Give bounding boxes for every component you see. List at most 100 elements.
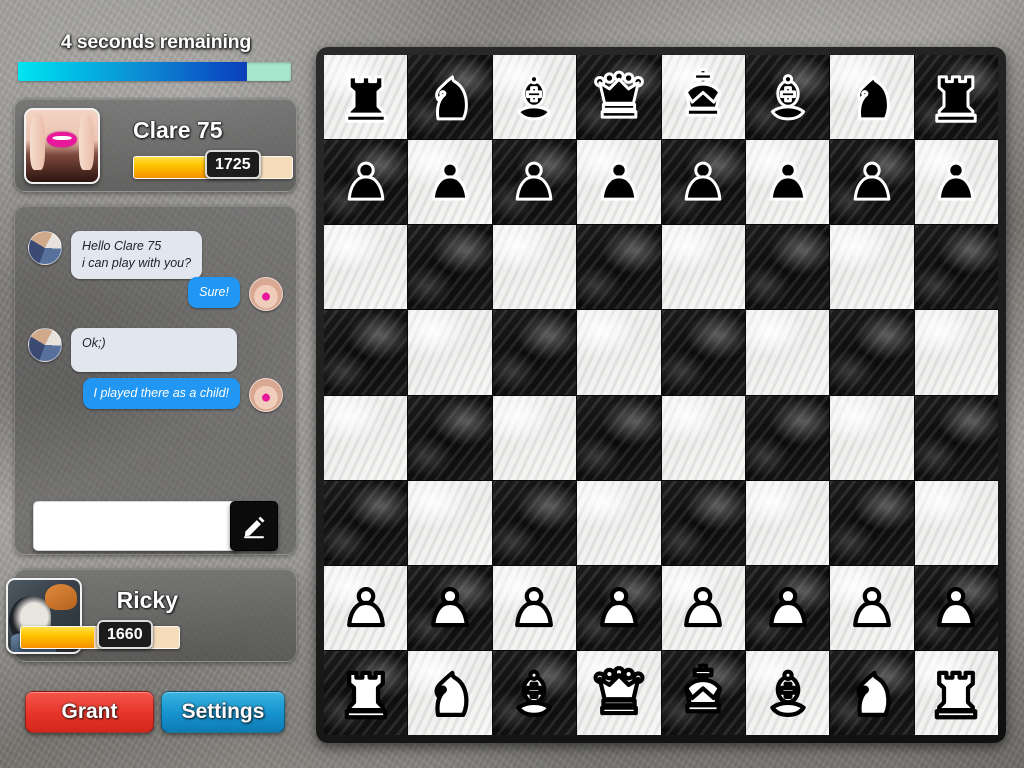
piece-bp[interactable]: [758, 152, 818, 213]
piece-wp[interactable]: [926, 578, 986, 639]
board-square[interactable]: [914, 140, 998, 225]
grant-button[interactable]: Grant: [25, 691, 154, 733]
piece-wp[interactable]: [589, 578, 649, 639]
piece-wn[interactable]: [420, 663, 480, 724]
chat-message[interactable]: Hello Clare 75 i can play with you?: [28, 231, 203, 279]
board-square[interactable]: [324, 55, 408, 140]
piece-wb[interactable]: [758, 663, 818, 724]
board-square[interactable]: [661, 310, 745, 395]
board-square[interactable]: [408, 310, 492, 395]
board-square[interactable]: [661, 140, 745, 225]
board-square[interactable]: [745, 565, 830, 650]
piece-wr[interactable]: [926, 663, 986, 724]
piece-bk[interactable]: [673, 67, 733, 128]
board-square[interactable]: [577, 565, 661, 650]
piece-wp[interactable]: [504, 578, 564, 639]
board-square[interactable]: [914, 310, 998, 395]
board-square[interactable]: [577, 140, 661, 225]
board-square[interactable]: [914, 395, 998, 480]
piece-bb[interactable]: [758, 67, 818, 128]
board-square[interactable]: [745, 140, 830, 225]
board-square[interactable]: [661, 225, 745, 310]
board-square[interactable]: [577, 650, 661, 735]
piece-wp[interactable]: [336, 578, 396, 639]
chat-message[interactable]: I played there as a child!: [82, 378, 283, 412]
board-square[interactable]: [408, 225, 492, 310]
board-square[interactable]: [324, 225, 408, 310]
board-square[interactable]: [492, 480, 577, 565]
board-square[interactable]: [914, 55, 998, 140]
piece-bq[interactable]: [589, 67, 649, 128]
board-square[interactable]: [577, 395, 661, 480]
board-square[interactable]: [745, 650, 830, 735]
piece-br[interactable]: [336, 67, 396, 128]
board-square[interactable]: [408, 140, 492, 225]
board-square[interactable]: [324, 565, 408, 650]
piece-bp[interactable]: [926, 152, 986, 213]
board-square[interactable]: [745, 395, 830, 480]
piece-bp[interactable]: [504, 152, 564, 213]
board-square[interactable]: [324, 395, 408, 480]
chess-board[interactable]: [324, 55, 998, 735]
piece-wr[interactable]: [336, 663, 396, 724]
board-square[interactable]: [745, 225, 830, 310]
board-square[interactable]: [492, 140, 577, 225]
board-square[interactable]: [830, 140, 914, 225]
board-square[interactable]: [408, 480, 492, 565]
board-square[interactable]: [492, 395, 577, 480]
board-square[interactable]: [324, 480, 408, 565]
piece-bn[interactable]: [420, 67, 480, 128]
piece-wn[interactable]: [842, 663, 902, 724]
board-square[interactable]: [324, 140, 408, 225]
board-square[interactable]: [661, 565, 745, 650]
piece-bp[interactable]: [673, 152, 733, 213]
board-square[interactable]: [914, 225, 998, 310]
piece-bp[interactable]: [420, 152, 480, 213]
piece-br[interactable]: [926, 67, 986, 128]
piece-bp[interactable]: [336, 152, 396, 213]
board-square[interactable]: [661, 650, 745, 735]
board-square[interactable]: [830, 565, 914, 650]
board-square[interactable]: [914, 650, 998, 735]
board-square[interactable]: [492, 55, 577, 140]
board-square[interactable]: [408, 565, 492, 650]
board-square[interactable]: [492, 310, 577, 395]
piece-wb[interactable]: [504, 663, 564, 724]
board-square[interactable]: [577, 55, 661, 140]
settings-button[interactable]: Settings: [161, 691, 285, 733]
board-square[interactable]: [830, 310, 914, 395]
piece-wp[interactable]: [673, 578, 733, 639]
board-square[interactable]: [830, 225, 914, 310]
piece-wk[interactable]: [673, 663, 733, 724]
board-square[interactable]: [745, 480, 830, 565]
board-square[interactable]: [661, 480, 745, 565]
send-button[interactable]: [230, 501, 278, 551]
board-square[interactable]: [830, 55, 914, 140]
board-square[interactable]: [324, 650, 408, 735]
piece-bb[interactable]: [504, 67, 564, 128]
chat-input[interactable]: [33, 501, 241, 551]
board-square[interactable]: [408, 395, 492, 480]
piece-wp[interactable]: [758, 578, 818, 639]
board-square[interactable]: [830, 395, 914, 480]
board-square[interactable]: [492, 650, 577, 735]
board-square[interactable]: [661, 395, 745, 480]
player-card-top[interactable]: Clare 75 1725: [14, 98, 297, 192]
board-square[interactable]: [661, 55, 745, 140]
chat-message[interactable]: Sure!: [188, 277, 283, 311]
piece-bp[interactable]: [842, 152, 902, 213]
board-square[interactable]: [492, 225, 577, 310]
board-square[interactable]: [324, 310, 408, 395]
board-square[interactable]: [745, 310, 830, 395]
piece-bp[interactable]: [589, 152, 649, 213]
chat-message[interactable]: Ok;): [28, 328, 237, 372]
board-square[interactable]: [830, 650, 914, 735]
board-square[interactable]: [577, 480, 661, 565]
board-square[interactable]: [914, 480, 998, 565]
board-square[interactable]: [577, 225, 661, 310]
board-square[interactable]: [492, 565, 577, 650]
player-card-bottom[interactable]: Ricky 1660: [6, 568, 297, 662]
board-square[interactable]: [408, 55, 492, 140]
board-square[interactable]: [745, 55, 830, 140]
piece-wq[interactable]: [589, 663, 649, 724]
